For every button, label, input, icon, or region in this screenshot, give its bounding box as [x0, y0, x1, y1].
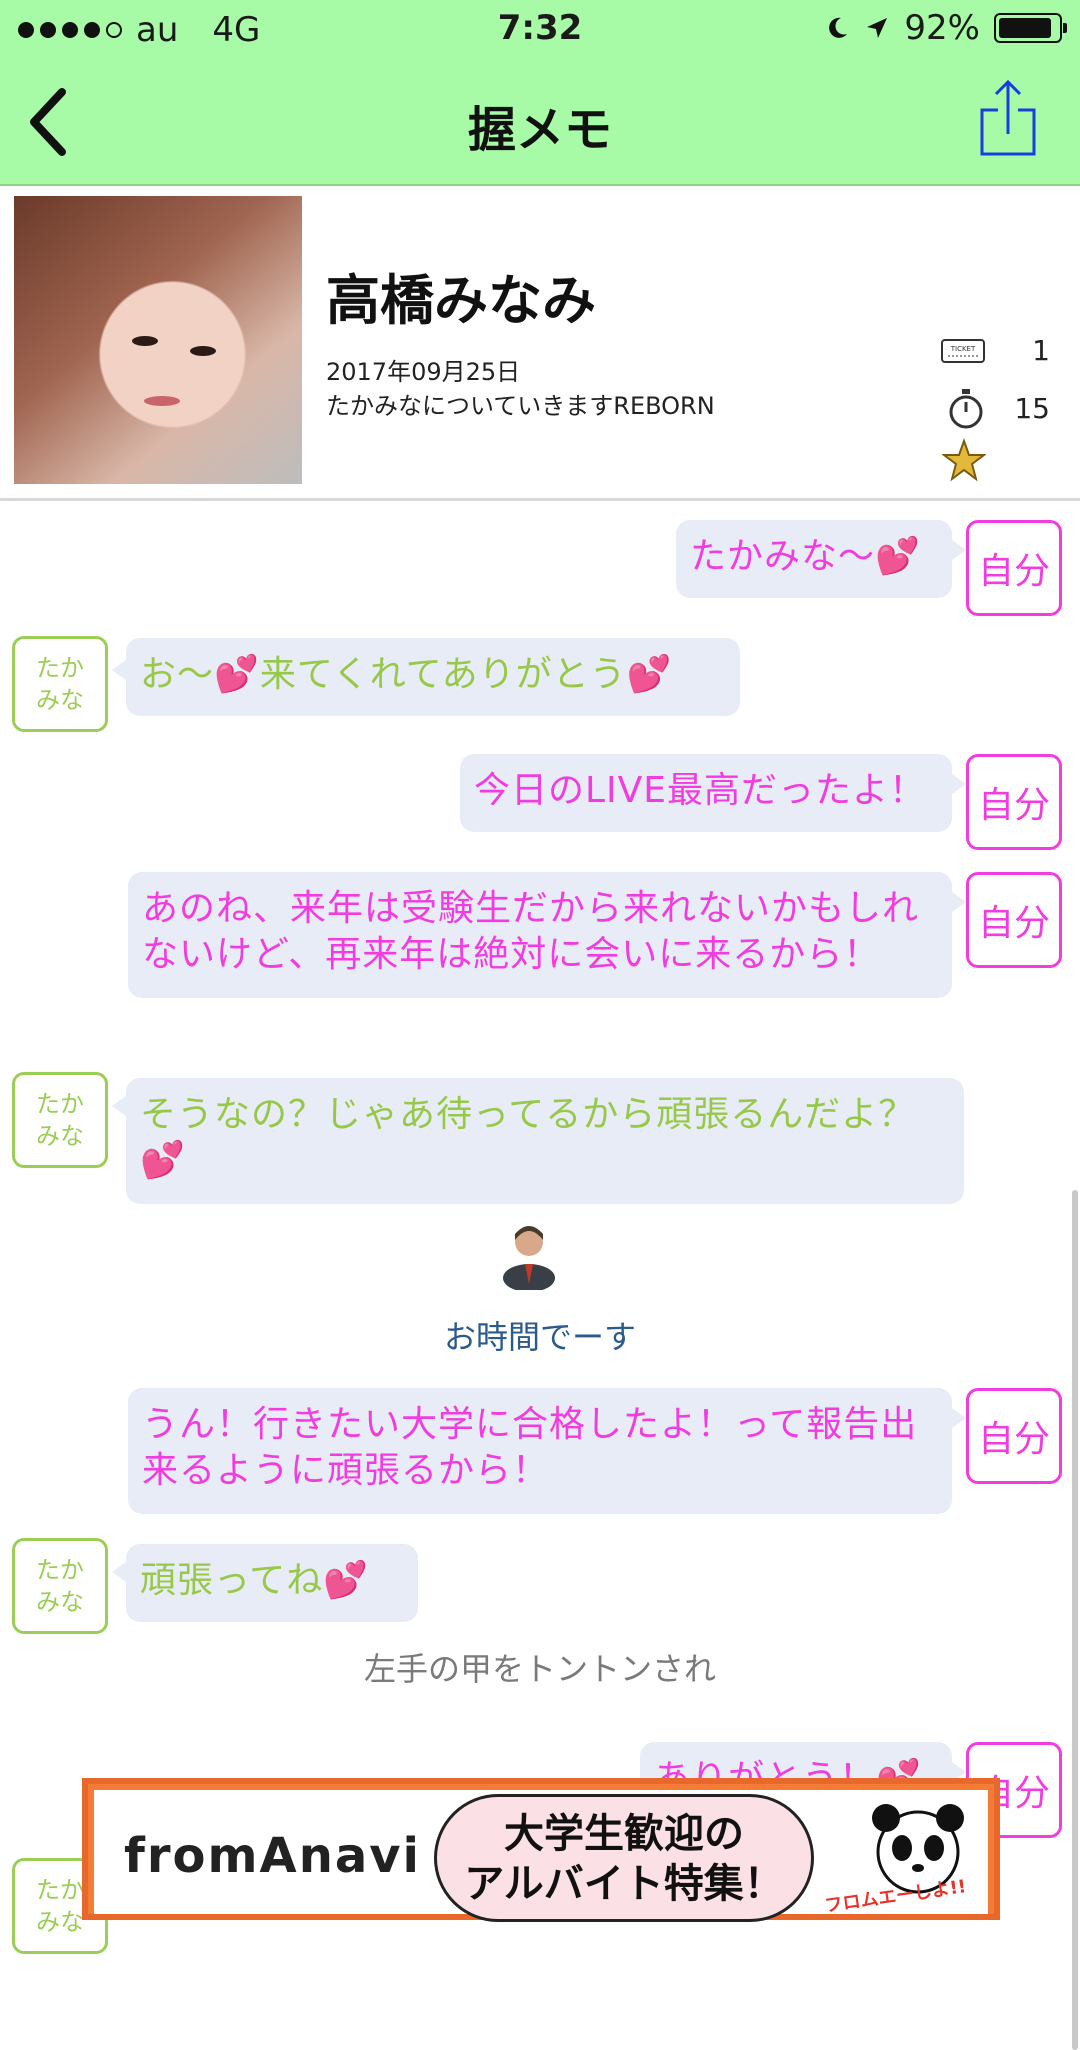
event-date: 2017年09月25日 [326, 358, 521, 386]
self-tag: 自分 [966, 1388, 1062, 1484]
self-tag: 自分 [966, 520, 1062, 616]
other-tag: たか みな [12, 1538, 108, 1634]
profile-header: 高橋みなみ 2017年09月25日 たかみなについていきますREBORN TIC… [0, 186, 1080, 501]
moon-icon [829, 17, 848, 38]
chat-log[interactable]: たかみな〜💕 自分 たか みな お〜💕来てくれてありがとう💕 今日のLIVE最高だ… [0, 500, 1080, 2050]
chat-bubble-other: お〜💕来てくれてありがとう💕 [126, 638, 740, 716]
star-icon [942, 438, 986, 482]
ticket-stat: TICKET 1 [940, 334, 1050, 367]
self-tag: 自分 [966, 872, 1062, 968]
chat-bubble-self: あのね、来年は受験生だから来れないかもしれ ないけど、再来年は絶対に会いに来るから… [128, 872, 952, 998]
heart-icon: 💕 [214, 654, 260, 695]
time-stat: 15 [946, 386, 1050, 430]
other-tag: たか みな [12, 636, 108, 732]
ticket-count: 1 [1032, 334, 1050, 367]
chat-bubble-self: たかみな〜💕 [676, 520, 952, 598]
status-right: 92% [824, 8, 1067, 48]
heart-icon: 💕 [140, 1140, 186, 1181]
time-up-notice: お時間でーす [443, 1318, 636, 1356]
battery-icon [994, 13, 1067, 43]
heart-icon: 💕 [323, 1560, 370, 1601]
self-tag: 自分 [966, 754, 1062, 850]
ad-brand: fromAnavi [124, 1828, 421, 1884]
chat-bubble-self: 今日のLIVE最高だったよ！ [460, 754, 952, 832]
location-arrow-icon [867, 18, 888, 38]
share-icon[interactable] [976, 76, 1040, 160]
battery-percent: 92% [904, 8, 980, 48]
other-tag: たか みな [12, 1072, 108, 1168]
scrollbar[interactable] [1072, 1190, 1078, 2050]
chat-bubble-other: 頑張ってね💕 [126, 1544, 418, 1622]
profile-photo [14, 196, 302, 484]
svg-text:TICKET: TICKET [950, 345, 976, 353]
ticket-icon: TICKET [941, 338, 985, 363]
event-name: たかみなについていきますREBORN [326, 392, 715, 420]
stopwatch-icon [949, 389, 983, 429]
ad-headline: 大学生歓迎の アルバイト特集！ [434, 1794, 814, 1922]
status-bar: au 4G 7:32 92% [0, 0, 1080, 60]
action-notice: 左手の甲をトントンされ [363, 1650, 716, 1688]
heart-icon: 💕 [626, 654, 673, 695]
ad-banner[interactable]: fromAnavi 大学生歓迎の アルバイト特集！ フロムエーしよ!! [82, 1778, 1000, 1922]
chat-bubble-self: うん！行きたい大学に合格したよ！って報告出 来るように頑張るから！ [128, 1388, 952, 1514]
page-title: 握メモ [467, 102, 612, 158]
member-name: 高橋みなみ [326, 269, 596, 332]
chat-bubble-other: そうなの？じゃあ待ってるから頑張るんだよ？ 💕 [126, 1078, 964, 1204]
seconds-count: 15 [1014, 391, 1050, 425]
nav-bar: 握メモ [0, 60, 1080, 186]
staff-icon [503, 1226, 555, 1290]
heart-icon: 💕 [875, 536, 921, 577]
star-stat [942, 438, 986, 482]
